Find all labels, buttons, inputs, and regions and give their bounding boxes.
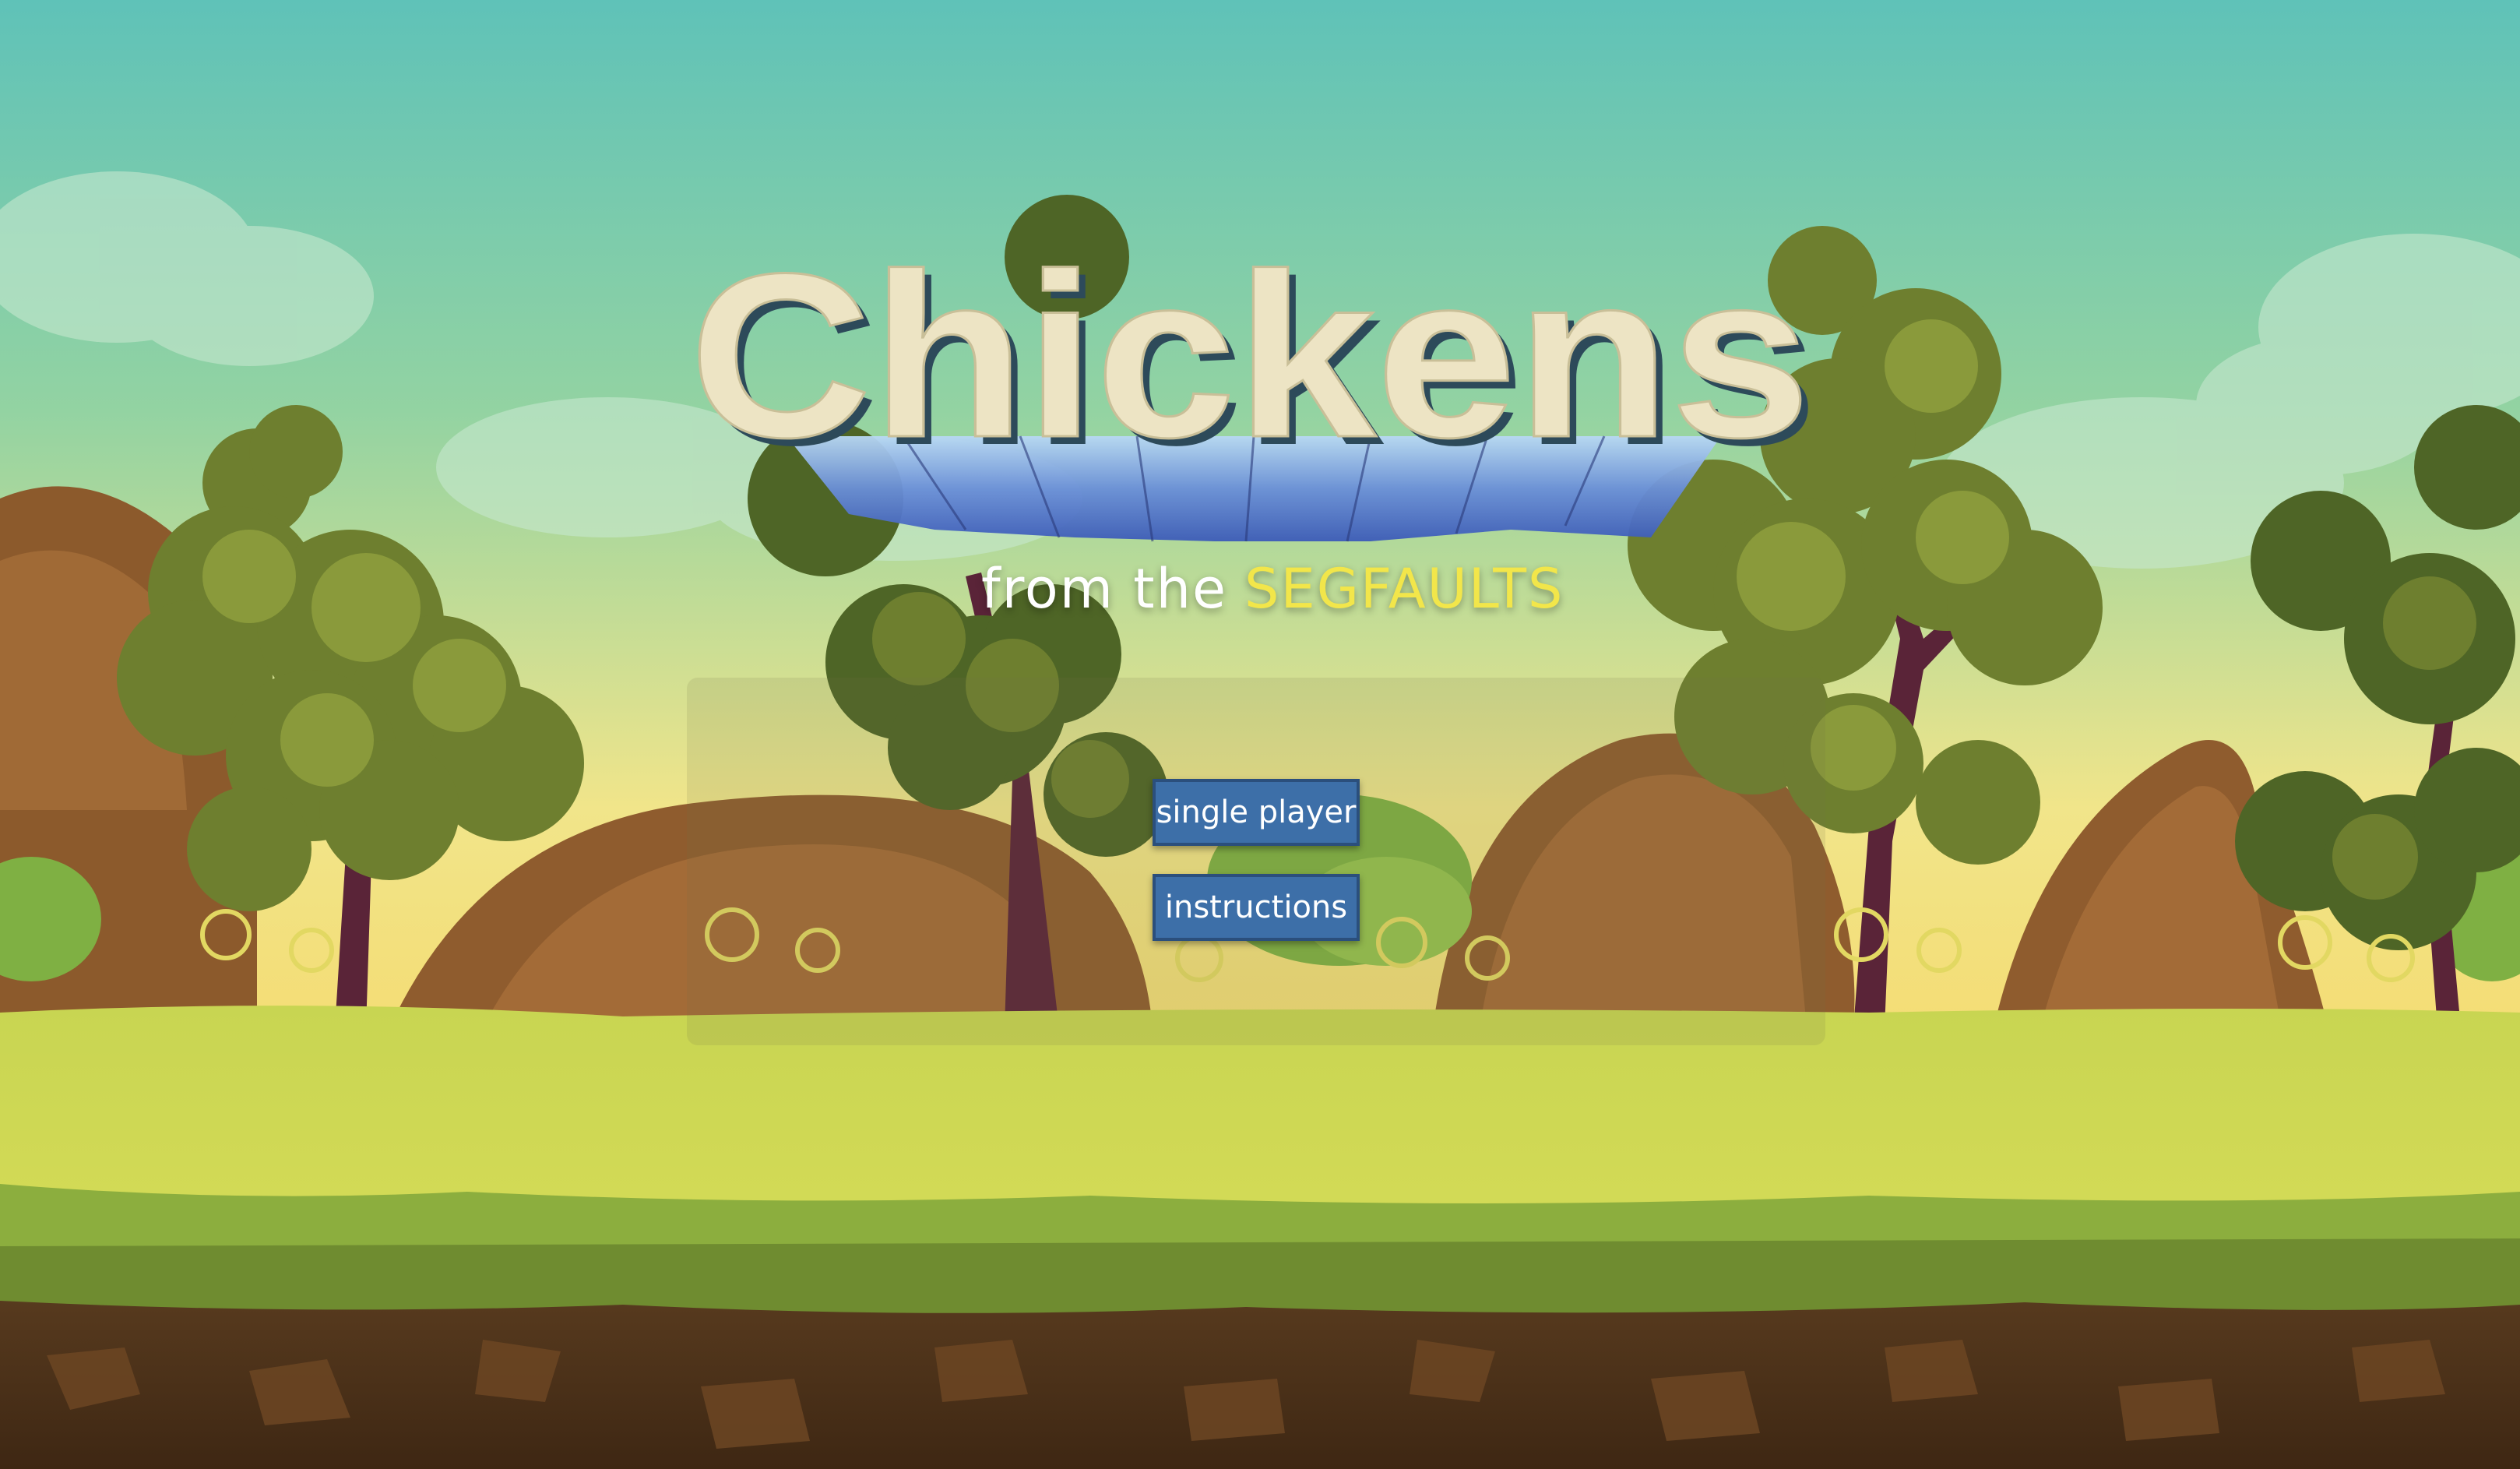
game-title-screen: Chickens Chickens from the SEGFAULTS sing… [0, 0, 2520, 1469]
menu-panel [687, 678, 1825, 1045]
game-title-logo: Chickens Chickens [688, 234, 1818, 542]
subtitle-team-name: SEGFAULTS [1244, 557, 1564, 621]
title-text: Chickens [689, 234, 1811, 486]
instructions-button[interactable]: instructions [1153, 874, 1360, 941]
subtitle-prefix: from the [981, 557, 1228, 621]
subtitle: from the SEGFAULTS [981, 557, 1562, 621]
single-player-button[interactable]: single player [1153, 779, 1360, 846]
